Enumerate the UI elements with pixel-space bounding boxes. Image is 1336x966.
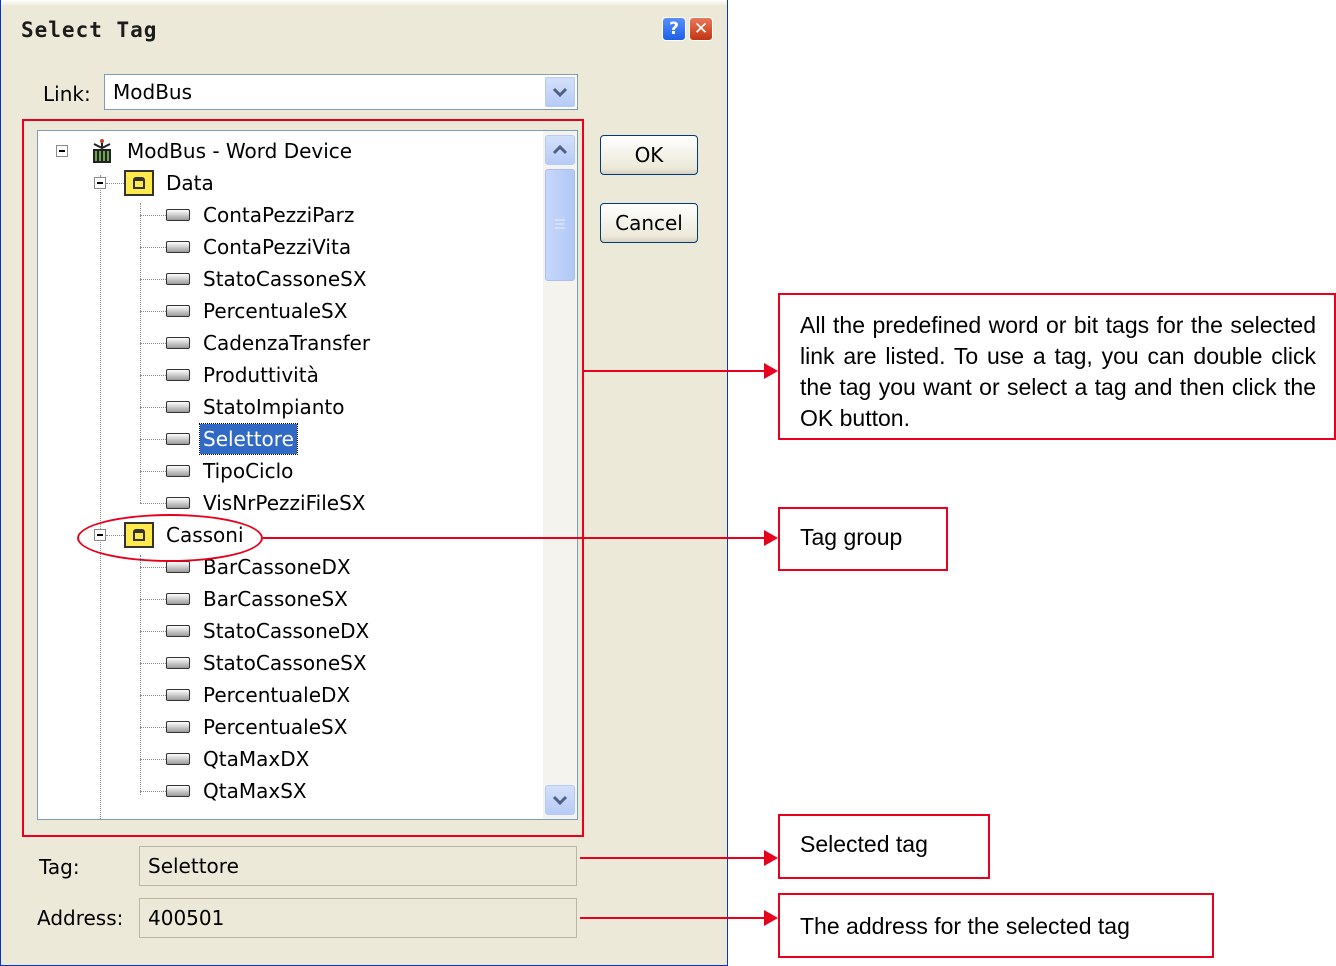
selected-callout: Selected tag <box>778 814 990 879</box>
link-label: Link: <box>43 82 91 106</box>
group-callout-line <box>263 537 766 539</box>
address-callout: The address for the selected tag <box>778 893 1214 958</box>
selected-callout-text: Selected tag <box>800 831 928 857</box>
tag-label: Tag: <box>39 855 80 879</box>
address-value: 400501 <box>148 906 225 930</box>
arrow-icon <box>764 363 778 379</box>
address-callout-text: The address for the selected tag <box>800 913 1130 939</box>
group-highlight-ellipse <box>77 514 263 562</box>
dialog-title: Select Tag <box>21 18 158 42</box>
group-callout: Tag group <box>778 507 948 571</box>
chevron-down-icon[interactable] <box>545 77 575 107</box>
selected-callout-line <box>580 857 766 859</box>
tree-highlight-box <box>22 119 584 837</box>
address-label: Address: <box>37 906 124 930</box>
tag-field: Selettore <box>139 846 577 886</box>
link-value: ModBus <box>113 80 193 104</box>
tree-callout: All the predefined word or bit tags for … <box>778 293 1336 440</box>
arrow-icon <box>764 850 778 866</box>
arrow-icon <box>764 910 778 926</box>
close-icon[interactable]: ✕ <box>689 17 713 41</box>
arrow-icon <box>764 530 778 546</box>
ok-button[interactable]: OK <box>600 135 698 175</box>
tree-callout-text: All the predefined word or bit tags for … <box>800 312 1316 431</box>
address-callout-line <box>580 917 766 919</box>
tag-value: Selettore <box>148 854 239 878</box>
help-icon[interactable]: ? <box>662 17 686 41</box>
cancel-button[interactable]: Cancel <box>600 203 698 243</box>
title-bar: Select Tag ? ✕ <box>1 0 727 62</box>
address-field: 400501 <box>139 898 577 938</box>
tree-callout-line <box>584 370 766 372</box>
group-callout-text: Tag group <box>800 524 903 550</box>
link-dropdown[interactable]: ModBus <box>104 74 578 110</box>
